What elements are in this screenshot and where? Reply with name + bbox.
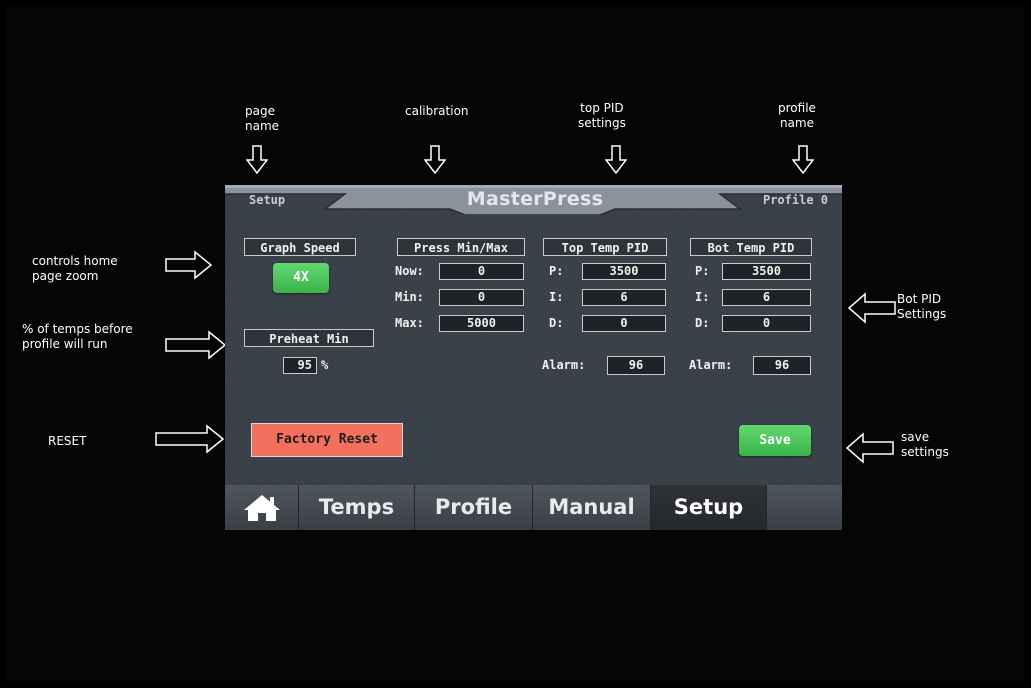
arrow-down-icon — [605, 145, 627, 175]
top-d-input[interactable]: 0 — [582, 315, 666, 332]
press-min-max-label: Press Min/Max — [397, 238, 525, 256]
title-bar: Setup MasterPress Profile 0 — [225, 185, 842, 215]
preheat-min-input[interactable]: 95 — [283, 357, 317, 374]
preheat-min-label: Preheat Min — [244, 329, 374, 347]
tab-empty — [767, 485, 842, 530]
top-d-label: D: — [549, 316, 564, 330]
factory-reset-button[interactable]: Factory Reset — [251, 423, 403, 457]
annotation-bot-pid: Bot PID Settings — [897, 292, 947, 321]
bot-alarm-input[interactable]: 96 — [753, 356, 811, 375]
top-temp-pid-label: Top Temp PID — [543, 238, 667, 256]
tab-bar: Temps Profile Manual Setup — [225, 485, 842, 530]
bot-d-input[interactable]: 0 — [722, 315, 811, 332]
graph-speed-label: Graph Speed — [244, 238, 356, 256]
arrow-down-icon — [792, 145, 814, 175]
tab-profile[interactable]: Profile — [415, 485, 533, 530]
top-i-label: I: — [549, 290, 564, 304]
annotation-save-settings: save settings — [901, 430, 949, 459]
bot-alarm-label: Alarm: — [689, 358, 733, 372]
press-min-label: Min: — [395, 290, 424, 304]
top-p-label: P: — [549, 264, 564, 278]
tab-temps[interactable]: Temps — [299, 485, 415, 530]
arrow-down-icon — [246, 145, 268, 175]
arrow-left-icon — [846, 432, 894, 464]
press-max-input[interactable]: 5000 — [439, 315, 524, 332]
arrow-right-icon — [165, 330, 229, 360]
bot-d-label: D: — [695, 316, 710, 330]
save-button[interactable]: Save — [739, 425, 811, 456]
top-alarm-label: Alarm: — [542, 358, 586, 372]
arrow-down-icon — [424, 145, 446, 175]
annotation-page-name: page name — [245, 104, 280, 133]
app-title: MasterPress — [466, 188, 604, 210]
press-max-label: Max: — [395, 316, 424, 330]
device-screen: Setup MasterPress Profile 0 Graph Speed … — [225, 185, 842, 530]
press-now-value: 0 — [439, 263, 524, 280]
bot-temp-pid-label: Bot Temp PID — [690, 238, 812, 256]
press-min-input[interactable]: 0 — [439, 289, 524, 306]
arrow-right-icon — [165, 250, 213, 280]
arrow-right-icon — [155, 424, 225, 454]
annotation-calibration: calibration — [405, 104, 469, 118]
tab-home[interactable] — [225, 485, 299, 530]
home-icon — [243, 495, 280, 521]
preheat-unit: % — [321, 358, 329, 372]
bot-p-input[interactable]: 3500 — [722, 263, 811, 280]
graph-speed-button[interactable]: 4X — [273, 263, 329, 293]
annotation-reset: RESET — [48, 434, 87, 448]
annotation-home-zoom: controls home page zoom — [32, 254, 118, 283]
annotation-profile-name: profile name — [778, 101, 816, 130]
bot-i-input[interactable]: 6 — [722, 289, 811, 306]
press-now-label: Now: — [395, 264, 424, 278]
arrow-left-icon — [848, 292, 896, 324]
tab-setup[interactable]: Setup — [651, 485, 767, 530]
page-name: Setup — [249, 193, 286, 207]
annotation-top-pid: top PID settings — [578, 101, 626, 130]
top-i-input[interactable]: 6 — [582, 289, 666, 306]
top-alarm-input[interactable]: 96 — [607, 356, 665, 375]
top-p-input[interactable]: 3500 — [582, 263, 666, 280]
bot-p-label: P: — [695, 264, 710, 278]
profile-name: Profile 0 — [762, 193, 828, 207]
bot-i-label: I: — [695, 290, 710, 304]
tab-manual[interactable]: Manual — [533, 485, 651, 530]
annotation-temps-before: % of temps before profile will run — [22, 322, 133, 351]
